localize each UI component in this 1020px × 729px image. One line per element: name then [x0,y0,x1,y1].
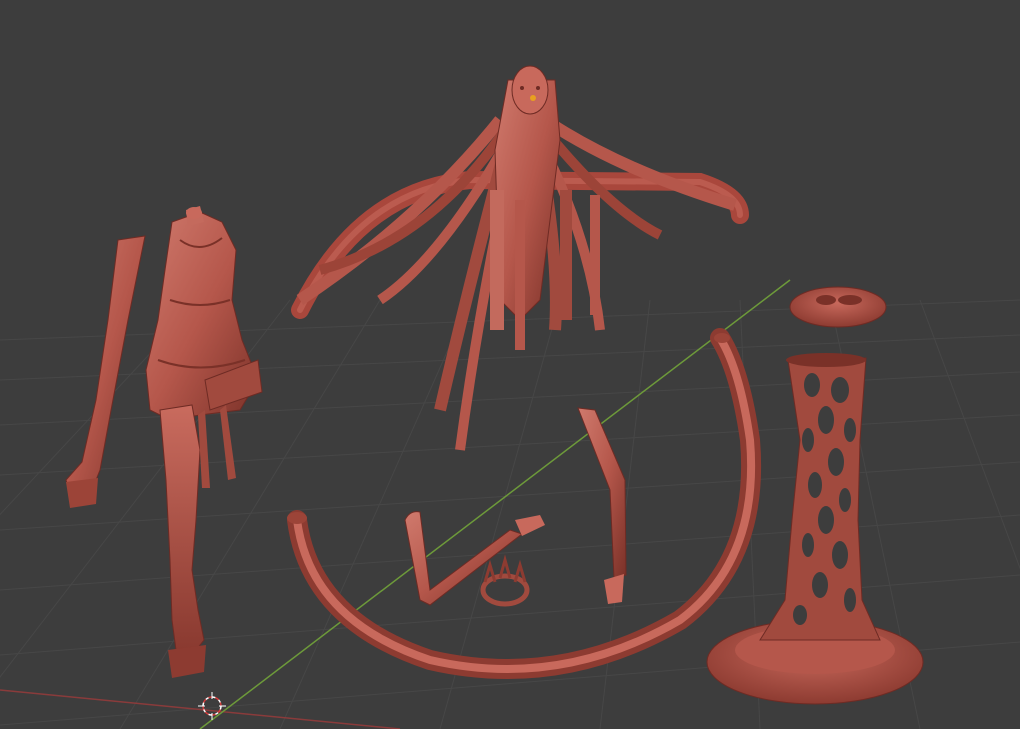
viewport-canvas[interactable] [0,0,1020,729]
top-cap-disc[interactable] [789,286,887,328]
face [511,65,549,115]
3d-viewport[interactable] [0,0,1020,729]
origin-point [530,95,536,101]
